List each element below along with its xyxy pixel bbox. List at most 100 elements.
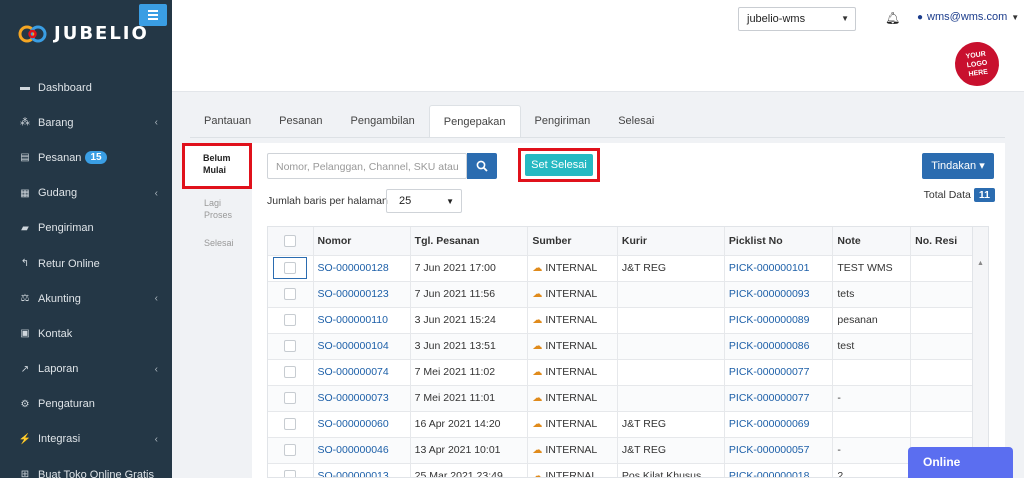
row-checkbox-cell[interactable] <box>268 411 314 438</box>
sidebar-item-gudang[interactable]: ▦ Gudang ‹ <box>0 176 172 211</box>
row-checkbox[interactable] <box>284 288 297 301</box>
substatus-selesai[interactable]: Selesai <box>182 229 252 257</box>
cell-nomor[interactable]: SO-000000013 <box>313 463 411 477</box>
column-header-tgl-pesanan[interactable]: Tgl. Pesanan <box>410 227 529 256</box>
sidebar-item-barang[interactable]: ⁂ Barang ‹ <box>0 105 172 140</box>
row-checkbox[interactable] <box>284 392 297 405</box>
cell-kurir <box>617 385 725 412</box>
table-row[interactable]: SO-000000074 7 Mei 2021 11:02 ☁ INTERNAL PIC… <box>268 359 973 386</box>
table-row[interactable]: SO-000000104 3 Jun 2021 13:51 ☁ INTERNAL PIC… <box>268 333 973 360</box>
cell-picklist[interactable]: PICK-000000018 <box>724 463 834 477</box>
row-checkbox-cell[interactable] <box>268 255 314 282</box>
column-header-no-resi[interactable]: No. Resi <box>910 227 973 256</box>
column-header-sumber[interactable]: Sumber <box>527 227 618 256</box>
row-checkbox[interactable] <box>284 366 297 379</box>
row-checkbox[interactable] <box>284 314 297 327</box>
set-selesai-button[interactable]: Set Selesai <box>525 154 593 176</box>
cell-picklist[interactable]: PICK-000000089 <box>724 307 834 334</box>
column-header-note[interactable]: Note <box>832 227 912 256</box>
column-header-picklist-no[interactable]: Picklist No <box>724 227 834 256</box>
cell-picklist[interactable]: PICK-000000077 <box>724 385 834 412</box>
online-chat-button[interactable]: Online <box>908 447 1013 478</box>
cell-note: - <box>832 437 912 464</box>
table-row[interactable]: SO-000000013 25 Mar 2021 23:49 ☁ INTERNAL Po… <box>268 463 973 477</box>
warehouse-select[interactable]: jubelio-wms ▼ <box>738 7 856 31</box>
cell-picklist[interactable]: PICK-000000093 <box>724 281 834 308</box>
brand-logo[interactable]: JUBELIO <box>18 23 149 44</box>
sidebar-item-pengaturan[interactable]: ⚙ Pengaturan <box>0 387 172 422</box>
tab-selesai[interactable]: Selesai <box>604 105 668 138</box>
sidebar-item-retur-online[interactable]: ↰ Retur Online <box>0 246 172 281</box>
cell-nomor[interactable]: SO-000000074 <box>313 359 411 386</box>
sidebar-item-pengiriman[interactable]: ▰ Pengiriman <box>0 211 172 246</box>
row-checkbox-cell[interactable] <box>268 281 314 308</box>
cell-note: test <box>832 333 912 360</box>
tab-pengambilan[interactable]: Pengambilan <box>337 105 429 138</box>
table-row[interactable]: SO-000000073 7 Mei 2021 11:01 ☁ INTERNAL PIC… <box>268 385 973 412</box>
tindakan-button[interactable]: Tindakan ▾ <box>922 153 994 179</box>
cell-nomor[interactable]: SO-000000104 <box>313 333 411 360</box>
row-checkbox-cell[interactable] <box>268 333 314 360</box>
sidebar-item-akunting[interactable]: ⚖ Akunting ‹ <box>0 281 172 316</box>
sidebar-item-pesanan[interactable]: ▤ Pesanan 15 <box>0 140 172 175</box>
cell-nomor[interactable]: SO-000000128 <box>313 255 411 282</box>
tab-divider <box>190 137 1005 138</box>
table-scrollbar[interactable]: ▲ <box>972 227 988 477</box>
row-checkbox[interactable] <box>284 470 297 477</box>
user-email: wms@wms.com <box>927 11 1008 23</box>
search-button[interactable] <box>467 153 497 179</box>
row-checkbox[interactable] <box>284 418 297 431</box>
select-all-checkbox[interactable] <box>284 234 297 247</box>
tab-pengepakan[interactable]: Pengepakan <box>428 105 521 138</box>
row-checkbox-cell[interactable] <box>268 385 314 412</box>
row-checkbox-cell[interactable] <box>268 463 314 477</box>
cell-tgl: 7 Jun 2021 11:56 <box>410 281 529 308</box>
cell-nomor[interactable]: SO-000000073 <box>313 385 411 412</box>
tab-pengiriman[interactable]: Pengiriman <box>521 105 605 138</box>
scroll-up-icon[interactable]: ▲ <box>977 260 984 267</box>
cell-nomor[interactable]: SO-000000110 <box>313 307 411 334</box>
user-menu[interactable]: ● wms@wms.com ▼ <box>917 11 1019 23</box>
row-checkbox-cell[interactable] <box>268 359 314 386</box>
sidebar-item-label: Pengiriman <box>38 222 94 235</box>
column-header-kurir[interactable]: Kurir <box>617 227 725 256</box>
sidebar-item-kontak[interactable]: ▣ Kontak <box>0 316 172 351</box>
table-row[interactable]: SO-000000060 16 Apr 2021 14:20 ☁ INTERNAL J&… <box>268 411 973 438</box>
chevron-left-icon: ‹ <box>154 187 158 199</box>
building-icon: ▦ <box>20 187 30 199</box>
row-checkbox-cell[interactable] <box>268 307 314 334</box>
bell-icon[interactable]: 🔔︎ <box>885 11 900 25</box>
rows-per-page-select[interactable]: 25 ▼ <box>386 189 462 213</box>
substatus-belum-mulai[interactable]: Belum Mulai <box>182 143 252 189</box>
cell-picklist[interactable]: PICK-000000101 <box>724 255 834 282</box>
select-all-checkbox-cell[interactable] <box>268 227 314 256</box>
table-row[interactable]: SO-000000123 7 Jun 2021 11:56 ☁ INTERNAL PIC… <box>268 281 973 308</box>
set-selesai-highlight: Set Selesai <box>518 148 600 182</box>
row-checkbox[interactable] <box>284 444 297 457</box>
sidebar-item-integrasi[interactable]: ⚡ Integrasi ‹ <box>0 422 172 457</box>
sidebar-item-laporan[interactable]: ↗ Laporan ‹ <box>0 352 172 387</box>
menu-toggle-button[interactable] <box>139 4 167 26</box>
column-header-nomor[interactable]: Nomor <box>313 227 411 256</box>
cell-nomor[interactable]: SO-000000060 <box>313 411 411 438</box>
cell-picklist[interactable]: PICK-000000086 <box>724 333 834 360</box>
sidebar-item-buat-toko-online-gratis[interactable]: ⊞ Buat Toko Online Gratis <box>0 457 172 478</box>
search-input[interactable]: Nomor, Pelanggan, Channel, SKU atau <box>267 153 467 179</box>
cell-nomor[interactable]: SO-000000123 <box>313 281 411 308</box>
cell-picklist[interactable]: PICK-000000069 <box>724 411 834 438</box>
table-row[interactable]: SO-000000110 3 Jun 2021 15:24 ☁ INTERNAL PIC… <box>268 307 973 334</box>
row-checkbox[interactable] <box>284 340 297 353</box>
substatus-lagi-proses[interactable]: Lagi Proses <box>182 189 252 229</box>
tab-pantauan[interactable]: Pantauan <box>190 105 265 138</box>
table-row[interactable]: SO-000000046 13 Apr 2021 10:01 ☁ INTERNAL J&… <box>268 437 973 464</box>
sidebar-item-label: Dashboard <box>38 81 92 94</box>
table-row[interactable]: SO-000000128 7 Jun 2021 17:00 ☁ INTERNAL J&T… <box>268 255 973 282</box>
row-checkbox-cell[interactable] <box>268 437 314 464</box>
sidebar-item-dashboard[interactable]: ▬ Dashboard <box>0 70 172 105</box>
cell-nomor[interactable]: SO-000000046 <box>313 437 411 464</box>
cloud-icon: ☁ <box>532 419 543 430</box>
cell-picklist[interactable]: PICK-000000077 <box>724 359 834 386</box>
row-checkbox[interactable] <box>284 262 297 275</box>
tab-pesanan[interactable]: Pesanan <box>265 105 336 138</box>
cell-picklist[interactable]: PICK-000000057 <box>724 437 834 464</box>
